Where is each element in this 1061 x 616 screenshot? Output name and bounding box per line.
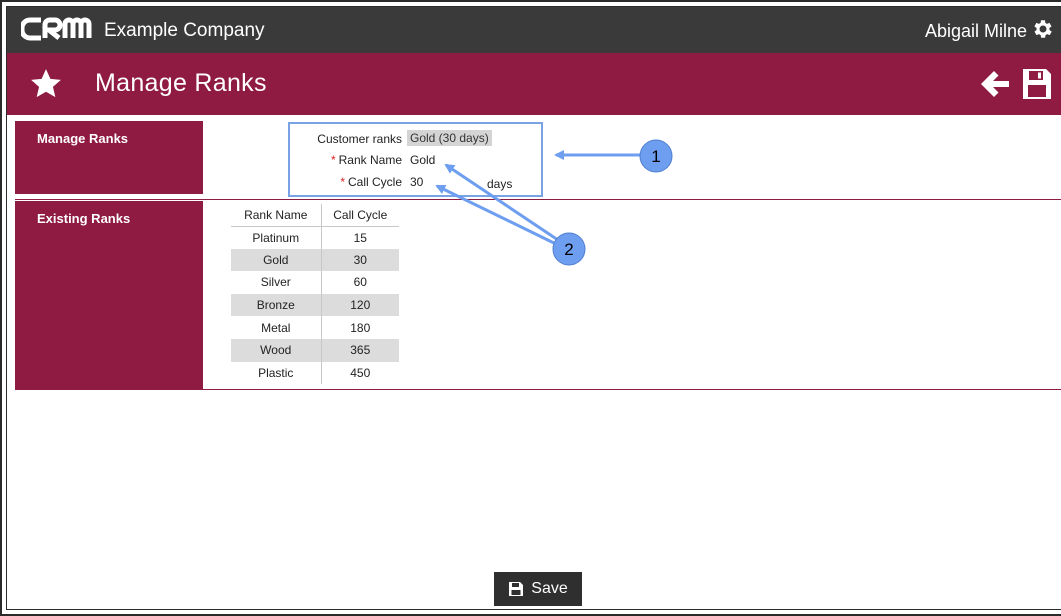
section-divider [15, 389, 1061, 390]
table-row[interactable]: Wood 365 [231, 338, 399, 362]
table-row[interactable]: Bronze 120 [231, 293, 399, 317]
rank-name-cell: Plastic [231, 361, 322, 385]
call-cycle-cell: 120 [321, 293, 399, 317]
save-button[interactable]: Save [494, 572, 582, 606]
required-mark: * [340, 175, 345, 189]
save-button-label: Save [531, 580, 568, 597]
section-manage-ranks: Manage Ranks [15, 121, 203, 194]
top-bar: Example Company Abigail Milne [7, 7, 1061, 53]
rank-name-input[interactable]: Gold [410, 153, 435, 167]
rank-name-cell: Silver [231, 271, 322, 294]
customer-ranks-label: Customer ranks [317, 132, 402, 146]
ranks-table: Rank Name Call Cycle Platinum 15 Gold 30 S… [231, 204, 399, 385]
crm-logo [21, 17, 92, 41]
column-header-call-cycle: Call Cycle [321, 204, 399, 227]
call-cycle-cell: 365 [321, 338, 399, 362]
save-icon[interactable] [1021, 67, 1053, 101]
table-row[interactable]: Silver 60 [231, 271, 399, 294]
section-existing-ranks: Existing Ranks [15, 201, 203, 390]
rank-name-cell: Metal [231, 316, 322, 339]
rank-name-cell: Bronze [231, 293, 322, 317]
save-icon [509, 582, 524, 596]
table-row[interactable]: Gold 30 [231, 248, 399, 272]
call-cycle-cell: 180 [350, 320, 371, 335]
call-cycle-input[interactable]: 30 [410, 175, 423, 189]
rank-name-cell: Platinum [231, 226, 322, 249]
rank-name-label: * Rank Name [290, 153, 402, 167]
call-cycle-cell: 15 [353, 230, 367, 245]
table-row[interactable]: Platinum 15 [231, 226, 399, 249]
column-header-rank-name: Rank Name [231, 204, 322, 227]
table-row[interactable]: Plastic 450 [231, 361, 399, 385]
company-name: Example Company [104, 20, 265, 41]
call-cycle-unit: days [487, 177, 513, 191]
call-cycle-cell: 450 [350, 365, 371, 380]
back-arrow-icon[interactable] [979, 69, 1011, 99]
user-name[interactable]: Abigail Milne [925, 21, 1027, 42]
rank-name-label-text: Rank Name [338, 153, 402, 167]
call-cycle-label-text: Call Cycle [347, 175, 402, 189]
call-cycle-cell: 30 [321, 248, 399, 272]
required-mark: * [330, 153, 336, 167]
rank-name-cell: Wood [231, 338, 322, 362]
section-divider [15, 199, 1061, 200]
call-cycle-label: * Call Cycle [290, 175, 402, 189]
star-icon [31, 69, 61, 98]
gear-icon[interactable] [1031, 17, 1055, 41]
page-title: Manage Ranks [95, 69, 267, 97]
title-bar: Manage Ranks [7, 53, 1061, 115]
call-cycle-cell: 60 [353, 275, 367, 290]
table-row[interactable]: Metal 180 [231, 316, 399, 339]
rank-name-cell: Gold [231, 248, 322, 272]
customer-ranks-select[interactable]: Gold (30 days) [407, 130, 492, 146]
